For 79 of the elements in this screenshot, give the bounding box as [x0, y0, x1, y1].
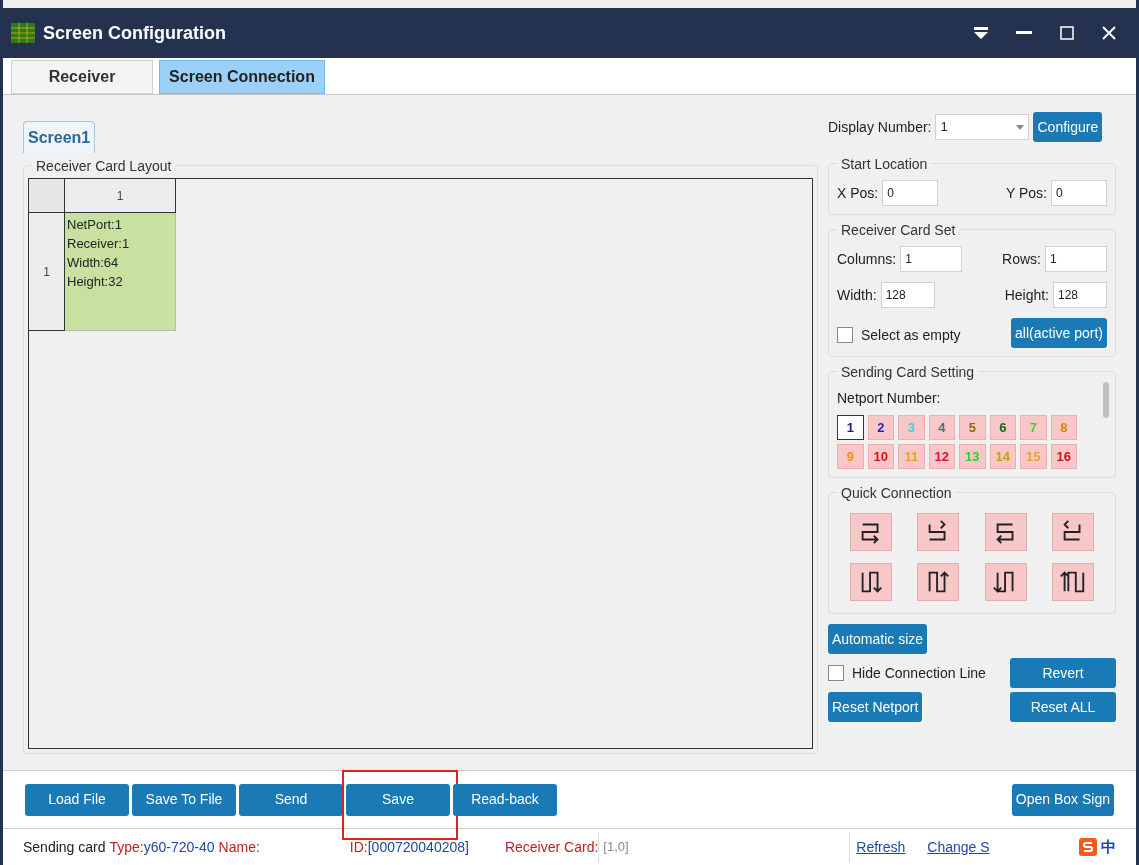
checkbox-label: Hide Connection Line: [852, 663, 986, 683]
card-info-text: Height:32: [67, 273, 124, 291]
connection-pattern-button[interactable]: [849, 563, 892, 601]
input-field[interactable]: 128: [1053, 282, 1107, 308]
ime-logo-icon: [1079, 838, 1097, 856]
checkbox[interactable]: [837, 327, 853, 343]
window-title: Screen Configuration: [43, 21, 226, 45]
active-port-button[interactable]: all(active port): [1011, 318, 1107, 348]
netport-button[interactable]: 2: [867, 415, 894, 440]
dropdown-arrow-icon[interactable]: [974, 27, 988, 39]
connection-pattern-button[interactable]: [1052, 563, 1095, 601]
dropdown-value: 1: [940, 118, 948, 137]
input-field[interactable]: 1: [900, 246, 963, 272]
status-label: ID:: [349, 837, 368, 857]
input-field[interactable]: 1: [1045, 246, 1107, 272]
display-number-dropdown[interactable]: 1: [935, 114, 1030, 140]
column-header: 1: [65, 179, 176, 213]
ime-mode-text: 中: [1101, 836, 1116, 857]
netport-button[interactable]: 12: [928, 444, 955, 469]
checkbox-label: Select as empty: [861, 325, 961, 345]
netport-button[interactable]: 1: [837, 415, 864, 440]
field-label: X Pos:: [837, 183, 879, 203]
connection-pattern-button[interactable]: [917, 513, 960, 551]
field-label: Columns:: [837, 249, 897, 269]
netport-button[interactable]: 4: [928, 415, 955, 440]
connection-pattern-button[interactable]: [1052, 513, 1095, 551]
card-info-text: NetPort:1: [67, 216, 123, 234]
reset-netport-button[interactable]: Reset Netport: [828, 692, 923, 722]
netport-button[interactable]: 6: [989, 415, 1016, 440]
netport-button[interactable]: 10: [867, 444, 894, 469]
refresh-link[interactable]: Refresh: [856, 836, 906, 858]
automatic-size-button[interactable]: Automatic size: [828, 624, 928, 654]
tab[interactable]: Receiver: [11, 60, 153, 94]
caret-icon: [1016, 124, 1025, 130]
input-field[interactable]: 0: [1051, 180, 1107, 206]
netport-label: Netport Number:: [837, 389, 942, 408]
change-link[interactable]: Change S: [927, 836, 990, 858]
receiver-card[interactable]: NetPort:1 Receiver:1 Width:64 Height:32: [65, 213, 176, 331]
status-label: Type:: [109, 837, 144, 857]
field-label: Display Number:: [828, 117, 932, 137]
scrollbar-thumb[interactable]: [1103, 382, 1109, 418]
open-box-sign-button[interactable]: Open Box Sign: [1011, 783, 1114, 816]
connection-pattern-button[interactable]: [917, 563, 960, 601]
status-text: Sending card: [23, 837, 106, 857]
checkbox[interactable]: [828, 665, 844, 681]
status-value: y60-720-40: [143, 837, 215, 857]
minimize-icon[interactable]: [1016, 31, 1032, 35]
revert-button[interactable]: Revert: [1010, 658, 1116, 688]
netport-button[interactable]: 16: [1050, 444, 1077, 469]
action-button[interactable]: Read-back: [453, 783, 557, 816]
netport-button[interactable]: 5: [959, 415, 986, 440]
row-header: 1: [29, 213, 65, 331]
status-label: Receiver Card:: [504, 837, 599, 857]
tab[interactable]: Screen Connection: [159, 60, 325, 94]
connection-pattern-button[interactable]: [849, 513, 892, 551]
status-label: Name:: [218, 837, 260, 857]
configure-button[interactable]: Configure: [1033, 112, 1103, 142]
maximize-icon[interactable]: [1060, 26, 1074, 40]
field-label: Rows:: [1002, 249, 1041, 269]
field-label: Width:: [837, 285, 877, 305]
action-button[interactable]: Save: [346, 783, 450, 816]
status-value: [000720040208]: [367, 837, 469, 857]
connection-pattern-button[interactable]: [984, 513, 1027, 551]
action-button[interactable]: Save To File: [132, 783, 236, 816]
card-info-text: Receiver:1: [67, 235, 131, 253]
field-label: Y Pos:: [1006, 183, 1047, 203]
status-value: [1,0]: [598, 832, 851, 862]
input-field[interactable]: 128: [880, 282, 935, 308]
card-info-text: Width:64: [67, 254, 120, 272]
screen-tab[interactable]: Screen1: [23, 121, 96, 153]
action-button[interactable]: Send: [239, 783, 343, 816]
connection-pattern-button[interactable]: [984, 563, 1027, 601]
action-button[interactable]: Load File: [25, 783, 129, 816]
input-field[interactable]: 0: [882, 180, 939, 206]
close-icon[interactable]: [1102, 26, 1116, 40]
grid-app-icon: [11, 23, 35, 43]
reset-all-button[interactable]: Reset ALL: [1010, 692, 1116, 722]
field-label: Height:: [1004, 285, 1049, 305]
ime-toolbar[interactable]: 中: [1079, 835, 1116, 859]
